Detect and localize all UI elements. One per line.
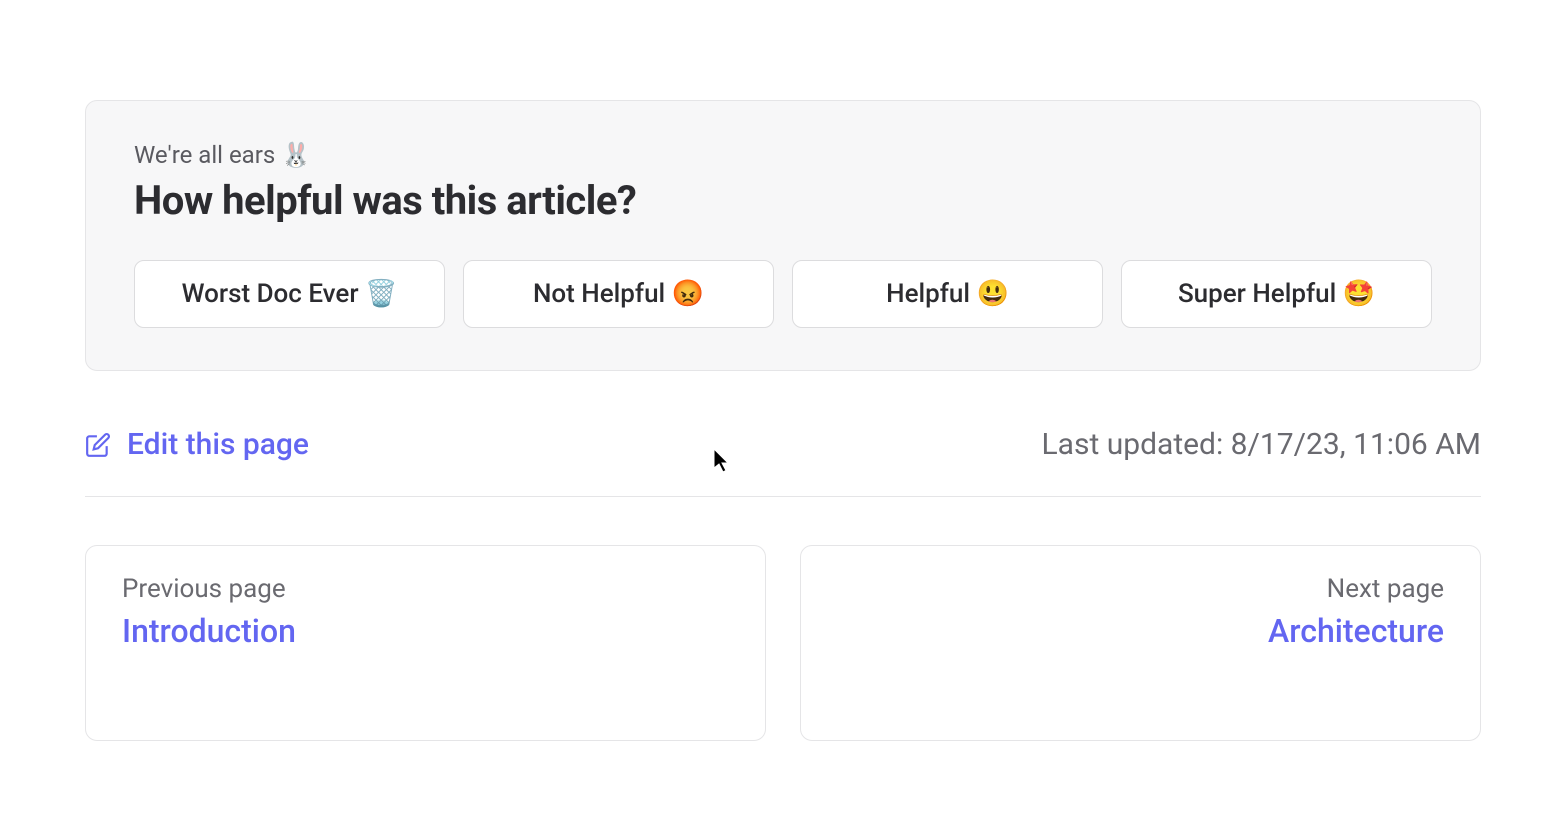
last-updated-text: Last updated: 8/17/23, 11:06 AM [1042,427,1482,462]
edit-page-link[interactable]: Edit this page [85,427,309,462]
prev-page-title: Introduction [122,612,729,650]
feedback-subtitle: We're all ears 🐰 [134,141,1432,169]
feedback-panel: We're all ears 🐰 How helpful was this ar… [85,100,1481,371]
next-page-card[interactable]: Next page Architecture [800,545,1481,741]
feedback-button-helpful[interactable]: Helpful 😃 [792,260,1103,328]
prev-page-card[interactable]: Previous page Introduction [85,545,766,741]
edit-page-label: Edit this page [127,427,309,462]
page-nav-row: Previous page Introduction Next page Arc… [85,545,1481,741]
feedback-options-row: Worst Doc Ever 🗑️ Not Helpful 😡 Helpful … [134,260,1432,328]
feedback-button-worst[interactable]: Worst Doc Ever 🗑️ [134,260,445,328]
next-page-label: Next page [837,574,1444,604]
feedback-title: How helpful was this article? [134,177,1432,224]
meta-row: Edit this page Last updated: 8/17/23, 11… [85,427,1481,497]
prev-page-label: Previous page [122,574,729,604]
next-page-title: Architecture [837,612,1444,650]
feedback-button-not-helpful[interactable]: Not Helpful 😡 [463,260,774,328]
feedback-button-super-helpful[interactable]: Super Helpful 🤩 [1121,260,1432,328]
edit-icon [85,432,111,458]
